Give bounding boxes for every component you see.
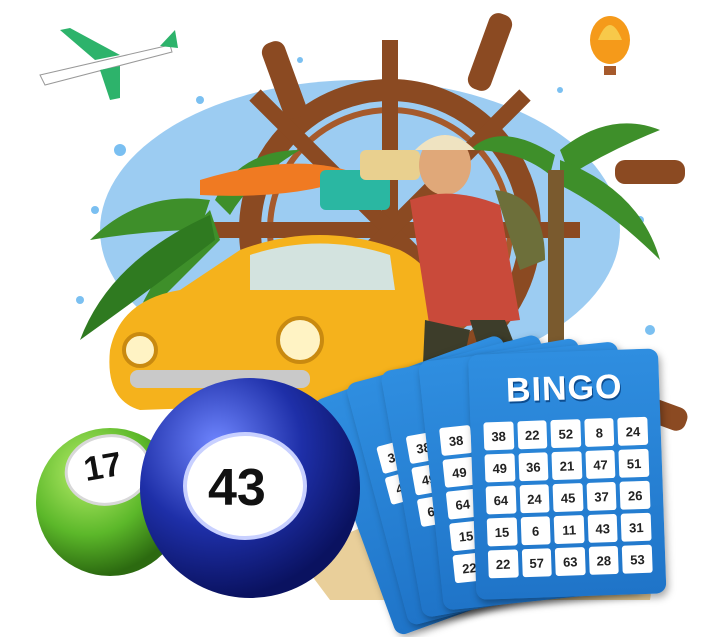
card-cell: 15 [486, 517, 518, 547]
card-cell: 64 [485, 485, 517, 515]
card-cell: 49 [484, 453, 516, 483]
bingo-card-front: BINGO 38 22 52 8 24 49 36 21 47 51 64 24… [468, 348, 667, 600]
card-number-grid: 38 22 52 8 24 49 36 21 47 51 64 24 45 37… [483, 416, 653, 579]
balloon-icon [590, 16, 630, 75]
card-cell: 24 [519, 484, 550, 514]
card-cell: 28 [588, 545, 620, 575]
card-cell: 36 [518, 452, 549, 482]
ball-number-blue: 43 [208, 459, 266, 517]
card-cell: 38 [439, 424, 473, 457]
card-cell: 45 [552, 483, 584, 513]
airplane-icon [39, 28, 178, 100]
card-cell: 11 [553, 515, 585, 545]
card-cell: 6 [520, 516, 551, 546]
card-cell: 43 [587, 513, 619, 543]
ball-number-green: 17 [80, 445, 125, 490]
card-cell: 51 [618, 448, 650, 478]
card-title: BINGO [505, 367, 624, 410]
card-cell: 21 [551, 451, 583, 481]
card-cell: 52 [550, 419, 582, 449]
card-cell: 53 [622, 544, 653, 574]
card-cell: 8 [584, 417, 615, 447]
card-cell: 63 [554, 547, 586, 577]
card-cell: 37 [586, 481, 617, 511]
card-cell: 22 [487, 549, 519, 579]
card-cell: 22 [516, 420, 548, 450]
card-cell: 26 [619, 480, 651, 510]
card-cell: 47 [585, 449, 616, 479]
card-cell: 57 [521, 548, 552, 578]
card-cell: 24 [617, 416, 649, 446]
card-cell: 31 [621, 512, 652, 542]
card-cell: 38 [483, 421, 514, 451]
